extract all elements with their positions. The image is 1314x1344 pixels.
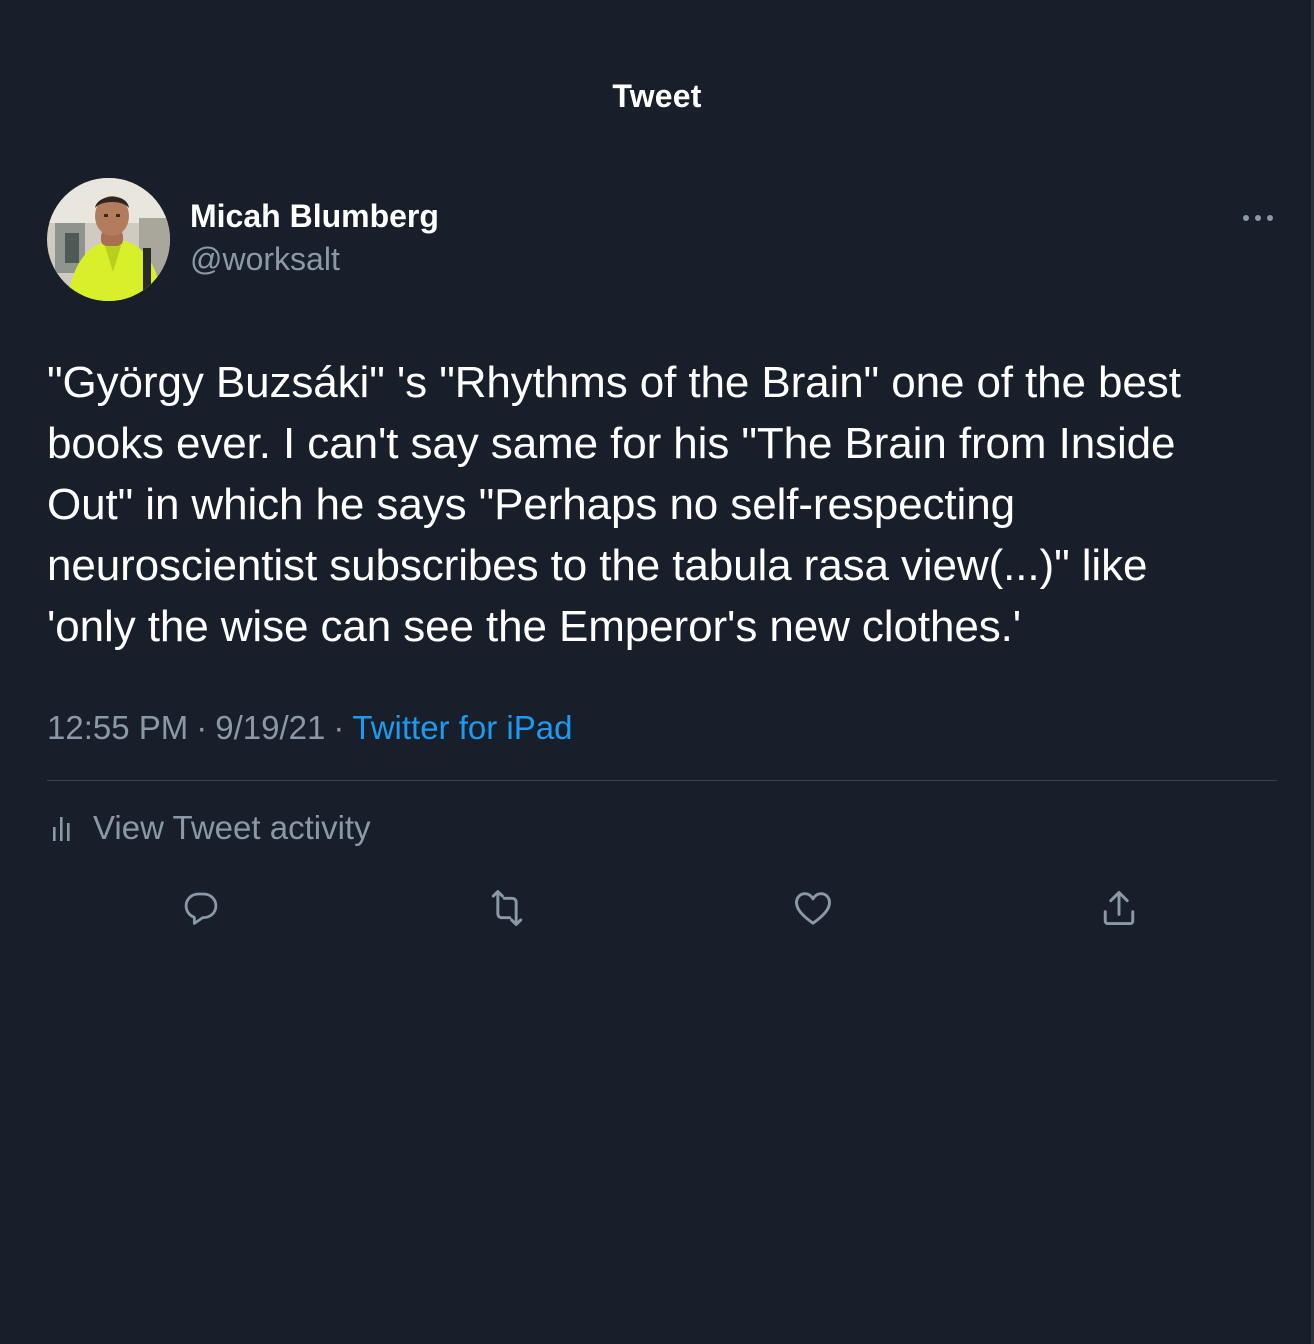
retweet-icon	[491, 890, 523, 926]
heart-icon	[795, 892, 831, 925]
page-title: Tweet	[612, 78, 702, 114]
tweet-detail-screen: Tweet Micah Blumberg @worksalt "György B…	[0, 0, 1314, 1344]
author-handle[interactable]: @worksalt	[190, 241, 340, 278]
divider	[47, 780, 1277, 781]
analytics-icon	[53, 817, 70, 841]
like-button[interactable]	[788, 883, 838, 933]
view-tweet-activity-button[interactable]: View Tweet activity	[47, 806, 371, 850]
meta-separator: ·	[196, 709, 208, 746]
more-icon	[1243, 215, 1273, 221]
share-icon	[1103, 890, 1135, 926]
tweet-metadata: 12:55 PM · 9/19/21 · Twitter for iPad	[47, 709, 572, 747]
meta-separator: ·	[333, 709, 345, 746]
reply-button[interactable]	[176, 883, 226, 933]
tweet-source-link[interactable]: Twitter for iPad	[352, 709, 572, 746]
more-options-button[interactable]	[1236, 203, 1280, 233]
reply-icon	[184, 892, 218, 925]
share-button[interactable]	[1094, 883, 1144, 933]
tweet-date: 9/19/21	[215, 709, 326, 746]
avatar-image	[47, 178, 170, 301]
tweet-text: "György Buzsáki" 's "Rhythms of the Brai…	[47, 358, 1181, 651]
tweet-time: 12:55 PM	[47, 709, 189, 746]
avatar[interactable]	[47, 178, 170, 301]
view-tweet-activity-label: View Tweet activity	[93, 809, 371, 846]
retweet-button[interactable]	[482, 883, 532, 933]
author-display-name[interactable]: Micah Blumberg	[190, 198, 439, 235]
